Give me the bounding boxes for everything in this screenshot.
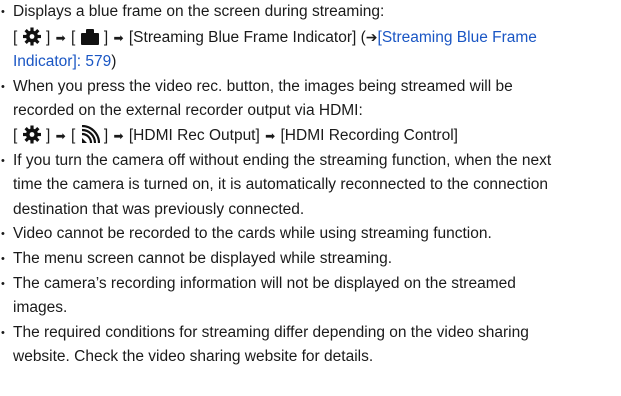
item-text: website. Check the video sharing website… [13, 348, 374, 366]
reference-arrow-icon: ➔ [365, 28, 378, 45]
list-item: • Video cannot be recorded to the cards … [0, 222, 621, 247]
item-text: time the camera is turned on, it is auto… [13, 176, 549, 194]
menu-path: [ [13, 26, 537, 46]
item-text: The required conditions for streaming di… [13, 323, 529, 341]
bullet-marker: • [1, 154, 5, 167]
item-text: If you turn the camera off without endin… [13, 151, 552, 169]
item-text: destination that was previously connecte… [13, 200, 305, 218]
item-text: images. [13, 299, 68, 317]
list-item: • Displays a blue frame on the screen du… [0, 0, 621, 75]
video-signal-icon [80, 124, 100, 144]
bullet-marker: • [1, 228, 5, 241]
list-item: • The camera’s recording information wil… [0, 272, 621, 321]
item-text: recorded on the external recorder output… [13, 102, 363, 120]
note-list: • Displays a blue frame on the screen du… [0, 0, 621, 370]
arrow-icon: ➡ [55, 30, 66, 45]
reference-line: Indicator]: 579) [13, 53, 117, 71]
item-text: The menu screen cannot be displayed whil… [13, 249, 393, 267]
list-item: • The required conditions for streaming … [0, 321, 621, 370]
menu-path: [ [13, 124, 458, 144]
arrow-icon: ➡ [265, 128, 276, 143]
arrow-icon: ➡ [55, 128, 66, 143]
reference-link[interactable]: [Streaming Blue Frame [378, 29, 537, 46]
arrow-icon: ➡ [113, 128, 124, 143]
item-text: Displays a blue frame on the screen duri… [13, 3, 385, 20]
bullet-marker: • [1, 326, 5, 339]
bullet-marker: • [1, 6, 5, 18]
item-text: Video cannot be recorded to the cards wh… [13, 225, 492, 243]
list-item: • If you turn the camera off without end… [0, 149, 621, 223]
bullet-marker: • [1, 252, 5, 265]
menu-item-label: [HDMI Recording Control] [280, 126, 458, 144]
bullet-marker: • [1, 277, 5, 290]
menu-item-label: [Streaming Blue Frame Indicator] [128, 28, 357, 46]
list-item: • When you press the video rec. button, … [0, 75, 621, 149]
list-item: • The menu screen cannot be displayed wh… [0, 247, 621, 272]
item-text: When you press the video rec. button, th… [13, 77, 513, 95]
item-text: The camera’s recording information will … [13, 274, 516, 292]
bullet-marker: • [1, 80, 5, 93]
arrow-icon: ➡ [113, 30, 124, 45]
gear-icon [22, 125, 42, 144]
gear-icon [21, 26, 42, 46]
menu-item-label: [HDMI Rec Output] [128, 126, 260, 144]
reference-link-continued[interactable]: Indicator]: 579 [13, 53, 111, 70]
camera-icon [80, 27, 100, 46]
